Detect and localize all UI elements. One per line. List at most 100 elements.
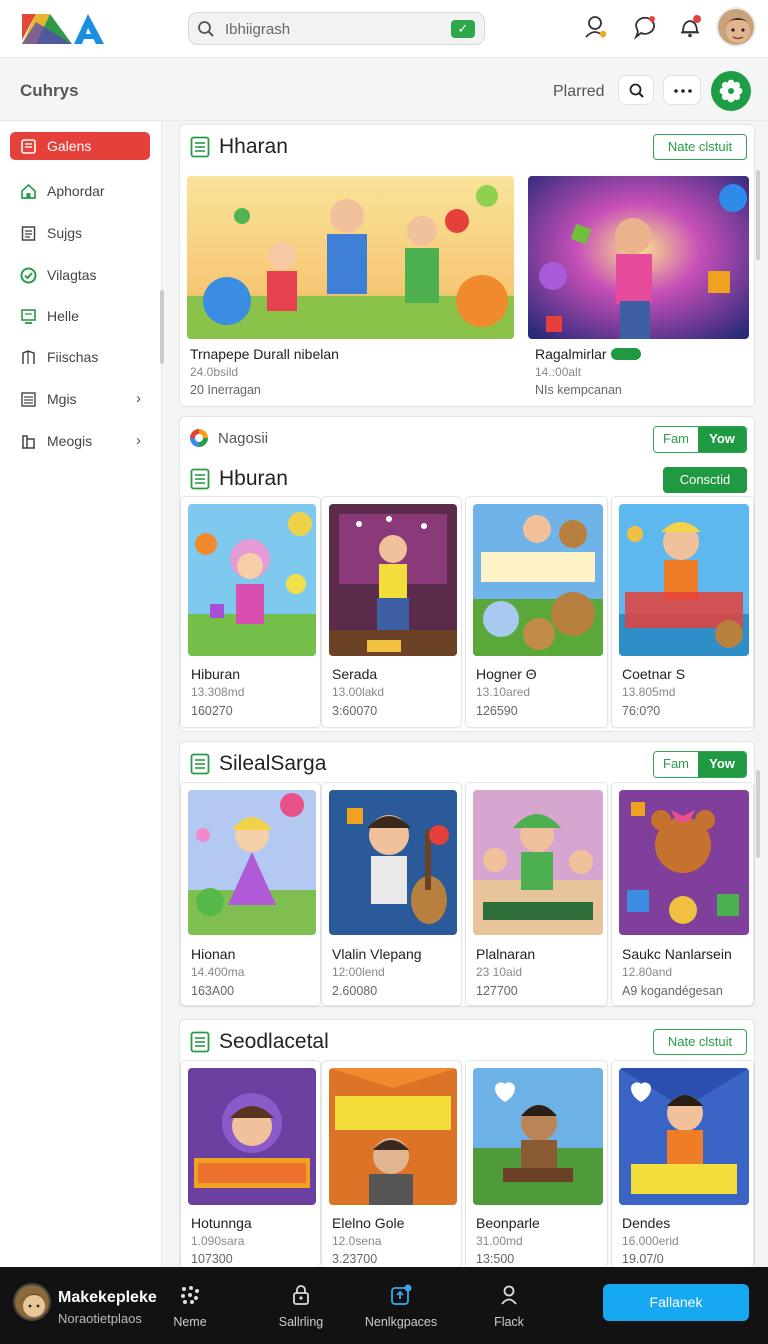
sidebar-scrollbar[interactable]	[160, 290, 164, 364]
chevron-right-icon: ›	[136, 390, 141, 407]
primary-cta-button[interactable]: Fallanek	[603, 1284, 749, 1321]
card-title: Coetnar S	[622, 666, 686, 682]
section-title: Seodlacetal	[219, 1030, 329, 1053]
user-avatar[interactable]	[13, 1283, 51, 1321]
sidebar-item-aphordar[interactable]: Aphordar	[10, 177, 150, 205]
game-card[interactable]: Dendes 16.000erid 19.07/0	[611, 1060, 754, 1267]
sidebar-item-sujgs[interactable]: Sujgs	[10, 219, 150, 247]
game-thumbnail[interactable]	[528, 176, 749, 339]
toggle-option-fam[interactable]: Fam	[654, 752, 698, 777]
game-card[interactable]: Saukc Nanlarsein 12.80and A9 kogandégesa…	[611, 782, 754, 1006]
chat-icon[interactable]	[632, 14, 658, 40]
document-icon	[21, 226, 36, 241]
game-thumbnail[interactable]	[619, 1068, 749, 1205]
person-icon	[501, 1285, 517, 1305]
more-button[interactable]	[663, 75, 701, 105]
section-hharan: Hharan Nate clstuit Trnapepe Durall nibe…	[179, 124, 755, 407]
game-card[interactable]: Plalnaran 23 10aid 127700	[465, 782, 608, 1006]
tab-label: Flack	[494, 1315, 524, 1329]
sidebar-item-label: Galens	[47, 138, 92, 154]
card-title: Hotunnga	[191, 1215, 252, 1231]
tab-nenlkgpaces[interactable]: Nenlkgpaces	[356, 1281, 446, 1337]
game-thumbnail[interactable]	[473, 790, 603, 935]
sidebar-item-fiischas[interactable]: Fiischas	[10, 343, 150, 371]
tab-label: Sallrling	[278, 1315, 324, 1329]
game-card[interactable]: Hotunnga 1.090sara 107300	[180, 1060, 321, 1267]
search-icon	[629, 83, 644, 98]
sidebar-item-helle[interactable]: Helle	[10, 302, 150, 330]
panel-scrollbar[interactable]	[756, 170, 760, 260]
card-meta: 1.090sara	[191, 1234, 245, 1248]
game-thumbnail[interactable]	[329, 1068, 457, 1205]
game-thumbnail[interactable]	[188, 504, 316, 656]
game-thumbnail[interactable]	[329, 790, 457, 935]
card-title: Vlalin Vlepang	[332, 946, 422, 962]
view-toggle[interactable]: Fam Yow	[653, 751, 747, 778]
card-meta-secondary: 126590	[476, 704, 518, 718]
toggle-option-yow[interactable]: Yow	[698, 752, 746, 777]
game-card[interactable]: Elelno Gole 12.0sena 3.23700	[321, 1060, 462, 1267]
card-title: Hiburan	[191, 666, 241, 682]
card-meta-secondary: 3.23700	[332, 1252, 378, 1266]
panel-scrollbar[interactable]	[756, 770, 760, 858]
section-title: Hharan	[219, 135, 288, 158]
sidebar-item-label: Vilagtas	[47, 267, 97, 283]
game-card[interactable]: Hionan 14.400ma 163A00	[180, 782, 321, 1006]
game-thumbnail[interactable]	[329, 504, 457, 656]
list-icon	[190, 753, 210, 775]
game-thumbnail[interactable]	[619, 790, 749, 935]
search-input[interactable]: Ibhiigrash	[225, 21, 290, 38]
create-circuit-button[interactable]: Nate clstuit	[653, 1029, 747, 1055]
game-thumbnail[interactable]	[187, 176, 514, 339]
app-logo-icon[interactable]	[20, 10, 106, 48]
card-meta-secondary: 2.60080	[332, 984, 378, 998]
tab-neme[interactable]: Neme	[145, 1281, 235, 1337]
game-thumbnail[interactable]	[619, 504, 749, 656]
settings-fab-button[interactable]	[711, 71, 751, 111]
sidebar-item-mgis[interactable]: Mgis ›	[10, 385, 150, 413]
search-bar[interactable]: Ibhiigrash ✓	[188, 12, 485, 45]
bottom-bar: Makekepleke Noraotietplaos Neme Sallrlin…	[0, 1267, 768, 1344]
view-toggle[interactable]: Fam Yow	[653, 426, 747, 453]
card-title: Beonparle	[476, 1215, 540, 1231]
toggle-option-yow[interactable]: Yow	[698, 427, 746, 452]
game-card[interactable]: Ragalmirlar 14.:00alt NIs kempcanan	[525, 169, 753, 405]
card-meta-secondary: 76:0?0	[622, 704, 661, 718]
sidebar-item-galens[interactable]: Galens	[10, 132, 150, 160]
tab-flack[interactable]: Flack	[464, 1281, 554, 1337]
consult-button[interactable]: Consctid	[663, 467, 747, 493]
search-button[interactable]	[618, 75, 654, 105]
game-card[interactable]: Trnapepe Durall nibelan 24.0bsild 20 Ine…	[180, 169, 520, 405]
monitor-icon	[21, 309, 36, 324]
tab-label: Nenlkgpaces	[364, 1315, 438, 1329]
card-meta: 31.00md	[476, 1234, 523, 1248]
card-meta-secondary: 127700	[476, 984, 518, 998]
tab-sallrling[interactable]: Sallrling	[256, 1281, 346, 1337]
toggle-option-fam[interactable]: Fam	[654, 427, 698, 452]
game-thumbnail[interactable]	[473, 504, 603, 656]
user-search-icon[interactable]	[583, 14, 609, 40]
card-meta-secondary: 13:500	[476, 1252, 515, 1266]
game-card[interactable]: Beonparle 31.00md 13:500	[465, 1060, 608, 1267]
game-thumbnail[interactable]	[188, 1068, 316, 1205]
user-avatar[interactable]	[716, 7, 756, 47]
sidebar-item-meogis[interactable]: Meogis ›	[10, 427, 150, 455]
bell-notification-icon[interactable]	[677, 14, 703, 40]
more-icon	[674, 89, 692, 93]
game-card[interactable]: Serada 13.00lakd 3:60070	[321, 496, 462, 728]
card-meta-secondary: 19.07/0	[622, 1252, 664, 1266]
planned-link[interactable]: Plarred	[553, 83, 605, 101]
game-card[interactable]: Vlalin Vlepang 12:00lend 2.60080	[321, 782, 462, 1006]
search-icon	[198, 21, 214, 37]
game-card[interactable]: Hogner Θ 13.10ared 126590	[465, 496, 608, 728]
game-card[interactable]: Hiburan 13.308md 160270	[180, 496, 321, 728]
game-thumbnail[interactable]	[473, 1068, 603, 1205]
sidebar-item-vilagtas[interactable]: Vilagtas	[10, 261, 150, 289]
card-meta: 12.80and	[622, 965, 673, 979]
game-card[interactable]: Coetnar S 13.805md 76:0?0	[611, 496, 754, 728]
card-meta-secondary: 163A00	[191, 984, 235, 998]
user-name: Makekepleke	[58, 1289, 157, 1306]
create-circuit-button[interactable]: Nate clstuit	[653, 134, 747, 160]
page-title: Cuhrys	[20, 81, 79, 100]
game-thumbnail[interactable]	[188, 790, 316, 935]
